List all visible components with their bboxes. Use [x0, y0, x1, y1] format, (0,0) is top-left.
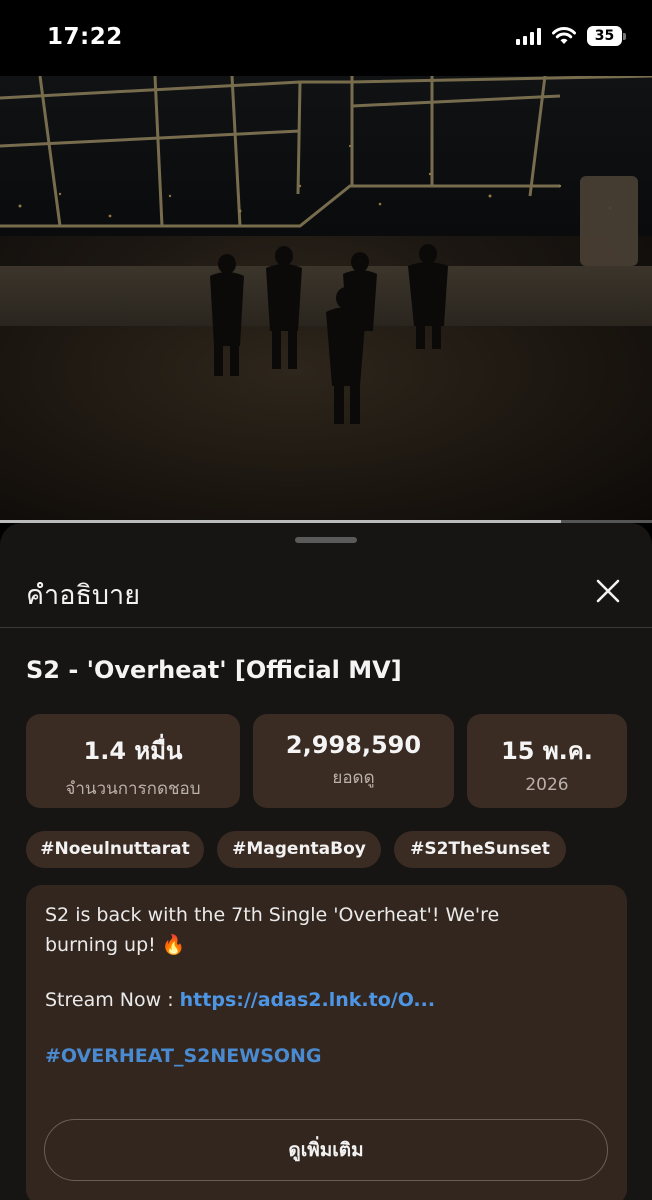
status-bar: 17:22 35: [0, 0, 652, 76]
description-line: burning up! 🔥: [45, 934, 186, 956]
views-stat: 2,998,590 ยอดดู: [253, 714, 454, 808]
signal-icon: [516, 27, 541, 45]
year-label: 2026: [525, 775, 569, 795]
hashtag-chip[interactable]: #Noeulnuttarat: [26, 831, 204, 868]
divider: [0, 627, 652, 628]
likes-stat: 1.4 หมื่น จำนวนการกดชอบ: [26, 714, 240, 808]
battery-icon: 35: [587, 26, 626, 46]
description-sheet: คำอธิบาย S2 - 'Overheat' [Official MV] 1…: [0, 523, 652, 1200]
date-value: 15 พ.ค.: [501, 737, 593, 765]
stream-prefix: Stream Now :: [45, 989, 180, 1011]
likes-label: จำนวนการกดชอบ: [65, 779, 201, 799]
wifi-icon: [552, 27, 576, 44]
description-line: S2 is back with the 7th Single 'Overheat…: [45, 904, 500, 926]
status-icons: 35: [516, 26, 626, 46]
stream-link[interactable]: https://adas2.lnk.to/O...: [180, 989, 435, 1011]
description-card: S2 is back with the 7th Single 'Overheat…: [26, 885, 627, 1200]
close-icon[interactable]: [592, 575, 624, 607]
show-more-button[interactable]: ดูเพิ่มเติม: [44, 1119, 608, 1181]
video-player[interactable]: [0, 76, 652, 522]
views-value: 2,998,590: [285, 731, 422, 759]
stream-line: Stream Now : https://adas2.lnk.to/O...: [45, 989, 435, 1011]
sheet-title: คำอธิบาย: [26, 580, 141, 611]
video-title: S2 - 'Overheat' [Official MV]: [26, 656, 402, 684]
sheet-grabber[interactable]: [295, 537, 357, 543]
views-label: ยอดดู: [332, 768, 375, 788]
video-frame: [0, 76, 652, 424]
clock: 17:22: [47, 24, 123, 50]
description-hashtag[interactable]: #OVERHEAT_S2NEWSONG: [45, 1045, 322, 1067]
likes-value: 1.4 หมื่น: [83, 737, 183, 765]
hashtag-chip[interactable]: #S2TheSunset: [394, 831, 566, 868]
hashtag-chip[interactable]: #MagentaBoy: [217, 831, 381, 868]
date-stat: 15 พ.ค. 2026: [467, 714, 627, 808]
battery-level: 35: [587, 26, 622, 46]
